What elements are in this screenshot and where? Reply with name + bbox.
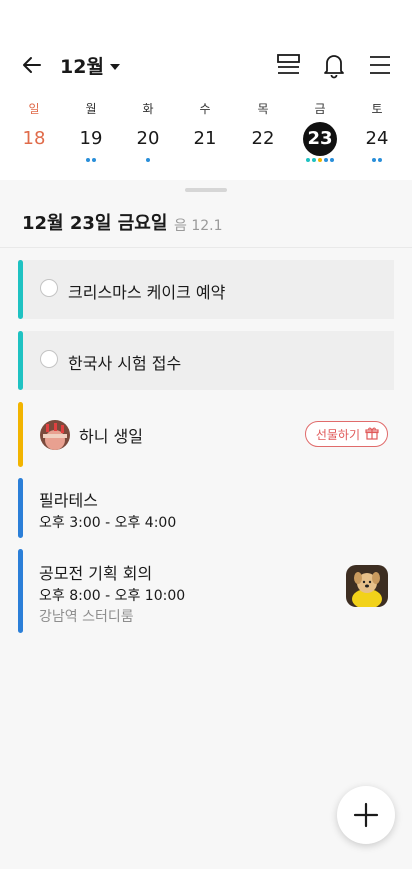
event-title: 공모전 기획 회의 [39, 564, 153, 583]
event-title: 필라테스 [39, 491, 98, 510]
day-19[interactable]: 월 19 [69, 100, 113, 163]
calendar-header: 12월 일 18 월 19 화 20 수 21 목 22 금 23 토 24 [0, 0, 412, 180]
add-event-button[interactable] [337, 786, 395, 844]
event-item[interactable]: 필라테스 오후 3:00 - 오후 4:00 [18, 478, 394, 538]
lunar-date: 음 12.1 [174, 218, 223, 234]
day-number: 19 [79, 128, 103, 149]
day-number: 22 [251, 128, 275, 149]
weekday-label: 수 [199, 102, 211, 116]
weekday-label: 월 [85, 102, 97, 116]
bell-icon[interactable] [319, 50, 349, 80]
day-22[interactable]: 목 22 [241, 100, 285, 163]
event-item[interactable]: 공모전 기획 회의 오후 8:00 - 오후 10:00 강남역 스터디룸 [18, 549, 394, 633]
day-number: 18 [22, 128, 46, 149]
list-view-icon[interactable] [274, 50, 304, 80]
event-time: 오후 3:00 - 오후 4:00 [39, 515, 177, 531]
day-20[interactable]: 화 20 [126, 100, 170, 163]
day-number: 24 [365, 128, 389, 149]
day-24[interactable]: 토 24 [355, 100, 399, 163]
event-dots [355, 158, 399, 163]
plus-icon [353, 802, 379, 828]
task-label: 크리스마스 케이크 예약 [68, 283, 226, 302]
menu-icon[interactable] [365, 50, 395, 80]
divider [0, 247, 412, 248]
month-label: 12월 [60, 56, 104, 78]
week-strip: 일 18 월 19 화 20 수 21 목 22 금 23 토 24 [0, 100, 412, 170]
day-21[interactable]: 수 21 [183, 100, 227, 163]
month-selector[interactable]: 12월 [60, 52, 120, 79]
sheet-drag-handle[interactable] [185, 188, 227, 192]
event-dots [69, 158, 113, 163]
day-detail-sheet: 12월 23일 금요일 음 12.1 크리스마스 케이크 예약 한국사 시험 접… [0, 180, 412, 869]
gift-button[interactable]: 선물하기 [304, 421, 388, 447]
gift-icon [365, 426, 379, 443]
color-bar [18, 331, 23, 390]
selected-date-title: 12월 23일 금요일 [22, 213, 168, 234]
day-23-selected[interactable]: 금 23 [298, 100, 342, 163]
birthday-label: 하니 생일 [79, 427, 143, 446]
event-dots [298, 158, 342, 163]
task-item[interactable]: 한국사 시험 접수 [18, 331, 394, 390]
weekday-label: 일 [28, 102, 40, 116]
task-checkbox[interactable] [40, 350, 58, 368]
task-label: 한국사 시험 접수 [68, 354, 182, 373]
weekday-label: 금 [314, 102, 326, 116]
color-bar [18, 402, 23, 467]
day-number: 23 [303, 122, 337, 156]
weekday-label: 화 [142, 102, 154, 116]
event-location: 강남역 스터디룸 [39, 609, 134, 625]
event-dots [126, 158, 170, 163]
top-bar: 12월 [0, 44, 412, 86]
color-bar [18, 260, 23, 319]
birthday-item[interactable]: 하니 생일 선물하기 [18, 402, 394, 467]
weekday-label: 목 [257, 102, 269, 116]
caret-down-icon [109, 63, 120, 70]
day-number: 21 [193, 128, 217, 149]
color-bar [18, 549, 23, 633]
weekday-label: 토 [371, 102, 383, 116]
color-bar [18, 478, 23, 538]
gift-button-label: 선물하기 [315, 427, 360, 442]
task-item[interactable]: 크리스마스 케이크 예약 [18, 260, 394, 319]
day-number: 20 [136, 128, 160, 149]
task-checkbox[interactable] [40, 279, 58, 297]
event-photo[interactable] [346, 565, 388, 607]
day-18[interactable]: 일 18 [12, 100, 56, 163]
birthday-avatar [40, 420, 70, 450]
back-arrow-icon[interactable] [18, 50, 48, 80]
event-time: 오후 8:00 - 오후 10:00 [39, 588, 186, 604]
